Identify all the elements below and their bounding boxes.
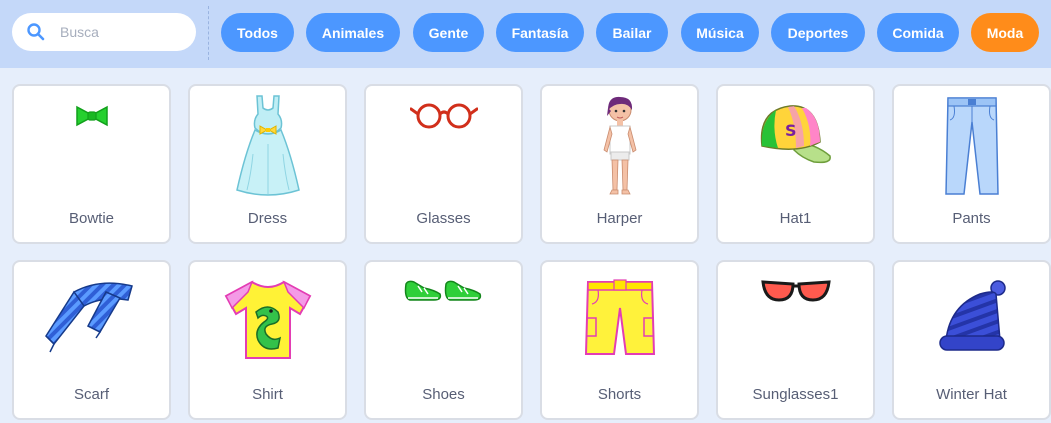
sprite-card-hat1[interactable]: S Hat1: [716, 84, 875, 244]
sprite-card-dress[interactable]: Dress: [188, 84, 347, 244]
search-input[interactable]: [60, 24, 180, 40]
sprite-name: Harper: [596, 210, 643, 227]
shorts-icon: [584, 279, 655, 355]
sprite-card-bowtie[interactable]: Bowtie: [12, 84, 171, 244]
search-box[interactable]: [12, 13, 196, 51]
tag-musica[interactable]: Música: [681, 13, 759, 52]
tag-comida[interactable]: Comida: [877, 13, 959, 52]
glasses-icon: [409, 103, 478, 129]
shoes-icon: [404, 280, 481, 301]
sprite-card-shorts[interactable]: Shorts: [540, 260, 699, 420]
sprite-card-harper[interactable]: Harper: [540, 84, 699, 244]
sprite-name: Shorts: [597, 386, 642, 403]
sprite-card-glasses[interactable]: Glasses: [364, 84, 523, 244]
sprite-name: Hat1: [779, 210, 812, 227]
sprite-name: Scarf: [73, 386, 109, 403]
sprite-name: Winter Hat: [936, 386, 1007, 403]
shirt-icon: [224, 280, 311, 359]
svg-text:S: S: [785, 121, 797, 140]
sprite-name: Shirt: [252, 386, 283, 403]
tag-moda[interactable]: Moda: [971, 13, 1039, 52]
sprite-name: Sunglasses1: [752, 386, 839, 403]
bowtie-icon: [75, 105, 108, 127]
tag-deportes[interactable]: Deportes: [771, 13, 865, 52]
sprite-name: Shoes: [422, 386, 465, 403]
sprite-card-shirt[interactable]: Shirt: [188, 260, 347, 420]
sunglasses-icon: [760, 280, 831, 302]
search-icon: [27, 23, 45, 41]
tag-gente[interactable]: Gente: [413, 13, 484, 52]
winter-hat-icon: [938, 280, 1006, 351]
dress-icon: [235, 95, 300, 196]
pants-icon: [944, 97, 999, 195]
sprite-card-sunglasses1[interactable]: Sunglasses1: [716, 260, 875, 420]
sprite-name: Pants: [952, 210, 991, 227]
sprite-card-winter-hat[interactable]: Winter Hat: [892, 260, 1051, 420]
scarf-icon: [44, 282, 133, 353]
cap-icon: S: [760, 105, 831, 164]
sprite-name: Glasses: [416, 210, 471, 227]
divider: [208, 6, 209, 60]
sprite-card-pants[interactable]: Pants: [892, 84, 1051, 244]
harper-person-icon: [603, 96, 636, 195]
sprite-name: Dress: [247, 210, 288, 227]
tag-todos[interactable]: Todos: [221, 13, 294, 52]
category-filter-bar: Todos Animales Gente Fantasía Bailar Mús…: [0, 0, 1051, 68]
sprite-card-scarf[interactable]: Scarf: [12, 260, 171, 420]
sprite-card-shoes[interactable]: Shoes: [364, 260, 523, 420]
tag-bailar[interactable]: Bailar: [596, 13, 668, 52]
sprite-name: Bowtie: [68, 210, 115, 227]
tag-fantasia[interactable]: Fantasía: [496, 13, 584, 52]
tag-animales[interactable]: Animales: [306, 13, 400, 52]
